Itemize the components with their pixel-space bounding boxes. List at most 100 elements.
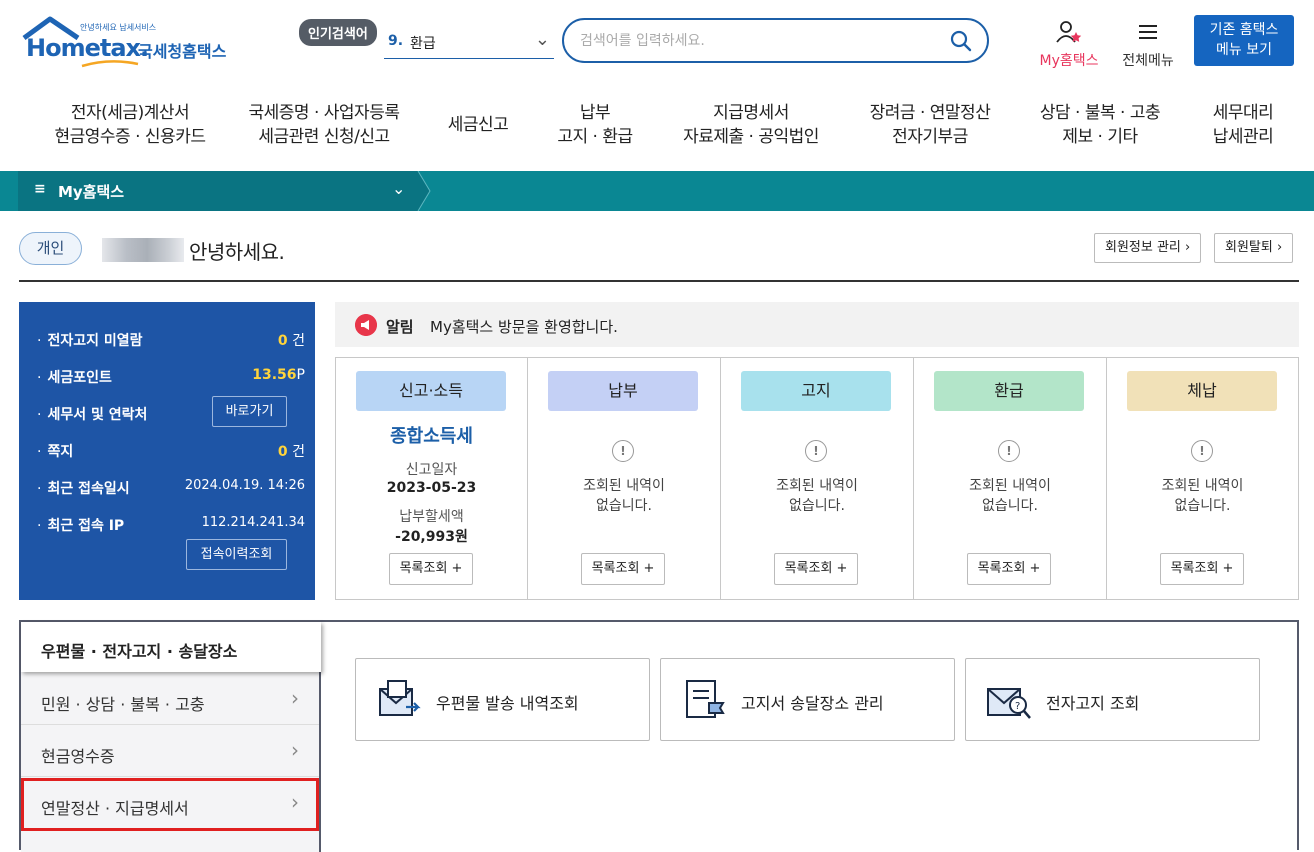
gnb-item-payment-statement[interactable]: 지급명세서 자료제출 · 공익법인 [665, 101, 837, 149]
empty-message: 조회된 내역이 없습니다. [969, 478, 1051, 514]
gnb-item-einvoice[interactable]: 전자(세금)계산서 현금영수증 · 신용카드 [40, 101, 220, 149]
logo-brand: Hometax. [26, 34, 149, 62]
card-title: 납부 [548, 371, 698, 411]
unread-unit: 건 [292, 333, 305, 349]
info-icon: ! [612, 440, 634, 462]
mail-search-icon: ? [987, 688, 1031, 719]
member-info-button[interactable]: 회원정보 관리 › [1094, 233, 1202, 263]
popular-search-tag: 인기검색어 [299, 19, 377, 46]
gnb-item-tax-filing[interactable]: 세금신고 [428, 113, 528, 137]
hometax-logo[interactable]: 안녕하세요 납세서비스 Hometax. 국세청홈택스 [20, 16, 240, 70]
card-title: 환급 [934, 371, 1084, 411]
gnb-item-certificate[interactable]: 국세증명 · 사업자등록 세금관련 신청/신고 [234, 101, 414, 149]
mail-send-icon [379, 680, 421, 716]
tax-office-shortcut-button[interactable]: 바로가기 [212, 396, 287, 427]
empty-message: 조회된 내역이 없습니다. [583, 478, 665, 514]
card-title: 고지 [741, 371, 891, 411]
last-login-value: 2024.04.19. 14:26 [184, 478, 305, 493]
user-info-panel: 전자고지 미열람 0 건 세금포인트 13.56P 세무서 및 연락처 바로가기… [19, 302, 315, 600]
withdraw-button[interactable]: 회원탈퇴 › [1214, 233, 1294, 263]
hamburger-icon [1139, 25, 1157, 39]
all-menu-label: 전체메뉴 [1122, 53, 1174, 69]
gnb-line2: 제보 · 기타 [1062, 127, 1138, 147]
notice-bar: 알림 My홈택스 방문을 환영합니다. [335, 302, 1299, 347]
gnb-line1: 지급명세서 [713, 103, 789, 123]
popular-search-select[interactable]: 9. 환급 ⌄ [384, 25, 554, 59]
left-menu-label: 현금영수증 [41, 747, 115, 766]
greeting-text: 안녕하세요. [189, 240, 285, 264]
chevron-down-icon[interactable]: ⌄ [392, 179, 405, 198]
logo-tagline: 안녕하세요 납세서비스 [80, 23, 157, 32]
unread-value: 0 [277, 333, 288, 349]
last-ip-row: 최근 접속 IP 112.214.241.34 [37, 511, 305, 535]
list-view-button[interactable]: 목록조회 + [1160, 553, 1244, 585]
gnb-line1: 장려금 · 연말정산 [869, 103, 991, 123]
gnb-item-payment[interactable]: 납부 고지 · 환급 [535, 101, 655, 149]
quick-label: 고지서 송달장소 관리 [741, 694, 884, 713]
myhometax-label: My홈택스 [1039, 53, 1099, 69]
unread-notice-row[interactable]: 전자고지 미열람 0 건 [37, 326, 305, 350]
popular-rank: 9. [388, 33, 404, 49]
gnb-line2: 고지 · 환급 [557, 127, 633, 147]
tax-amount: -20,993원 [395, 529, 468, 545]
delivery-place-button[interactable]: 고지서 송달장소 관리 [660, 658, 955, 741]
gnb-line2: 전자기부금 [892, 127, 968, 147]
gnb-item-tax-agent[interactable]: 세무대리 납세관리 [1195, 101, 1291, 149]
gnb-item-consult[interactable]: 상담 · 불복 · 고충 제보 · 기타 [1030, 101, 1170, 149]
points-unit: P [296, 367, 305, 383]
left-menu-item-year-end[interactable]: 연말정산 · 지급명세서 › [21, 778, 319, 831]
location-bar: ≡ My홈택스 ⌄ [0, 171, 1314, 211]
all-menu-button[interactable]: 전체메뉴 [1117, 20, 1179, 70]
e-notice-button[interactable]: ? 전자고지 조회 [965, 658, 1260, 741]
list-view-button[interactable]: 목록조회 + [967, 553, 1051, 585]
left-menu-item-cash-receipt[interactable]: 현금영수증 › [21, 726, 319, 777]
myhometax-button[interactable]: My홈택스 [1033, 20, 1105, 70]
card-refund: 환급 ! 조회된 내역이 없습니다. 목록조회 + [914, 358, 1107, 599]
mail-history-button[interactable]: 우편물 발송 내역조회 [355, 658, 650, 741]
left-menu-label: 연말정산 · 지급명세서 [41, 799, 189, 818]
card-title: 신고·소득 [356, 371, 506, 411]
left-menu-label: 민원 · 상담 · 불복 · 고충 [41, 695, 205, 714]
search-input[interactable] [580, 30, 940, 52]
last-login-row: 최근 접속일시 2024.04.19. 14:26 [37, 474, 305, 498]
logo-swoosh-icon [81, 60, 139, 68]
filing-date: 2023-05-23 [386, 480, 477, 496]
tax-points-row[interactable]: 세금포인트 13.56P [37, 363, 305, 387]
tax-name[interactable]: 종합소득세 [336, 422, 527, 448]
mail-notice-section: 우편물 · 전자고지 · 송달장소 민원 · 상담 · 불복 · 고충 › 현금… [19, 620, 1299, 852]
gnb-line1: 세금신고 [447, 115, 509, 135]
card-notice: 고지 ! 조회된 내역이 없습니다. 목록조회 + [721, 358, 914, 599]
blurred-username [102, 238, 184, 262]
note-value: 0 [277, 444, 288, 460]
left-menu-item-consult[interactable]: 민원 · 상담 · 불복 · 고충 › [21, 674, 319, 725]
message-row[interactable]: 쪽지 0 건 [37, 437, 305, 461]
gnb-line1: 상담 · 불복 · 고충 [1039, 103, 1161, 123]
chevron-right-icon: › [291, 738, 299, 762]
old-hometax-button[interactable]: 기존 홈택스 메뉴 보기 [1194, 15, 1294, 66]
old-hometax-line2: 메뉴 보기 [1216, 42, 1272, 58]
gnb-item-incentive[interactable]: 장려금 · 연말정산 전자기부금 [855, 101, 1005, 149]
chevron-right-icon: › [291, 686, 299, 710]
logo-korean: 국세청홈택스 [138, 42, 227, 61]
list-view-button[interactable]: 목록조회 + [581, 553, 665, 585]
info-icon: ! [998, 440, 1020, 462]
location-title: My홈택스 [58, 183, 125, 201]
office-label: 세무서 및 연락처 [37, 404, 147, 424]
gnb-line2: 자료제출 · 공익법인 [683, 127, 819, 147]
search-icon[interactable] [949, 29, 973, 53]
list-view-button[interactable]: 목록조회 + [774, 553, 858, 585]
gnb-line1: 국세증명 · 사업자등록 [248, 103, 400, 123]
notice-label: 알림 [386, 318, 414, 336]
menu-icon: ≡ [34, 181, 46, 197]
quick-label: 전자고지 조회 [1046, 694, 1140, 713]
global-nav: 전자(세금)계산서 현금영수증 · 신용카드 국세증명 · 사업자등록 세금관련… [0, 85, 1314, 171]
chevron-down-icon: ⌄ [534, 29, 550, 50]
access-history-button[interactable]: 접속이력조회 [186, 539, 287, 570]
unread-label: 전자고지 미열람 [37, 330, 142, 350]
header: 안녕하세요 납세서비스 Hometax. 국세청홈택스 인기검색어 9. 환급 … [0, 0, 1314, 85]
info-icon: ! [805, 440, 827, 462]
document-flag-icon [686, 680, 725, 718]
gnb-line1: 세무대리 [1212, 103, 1274, 123]
list-view-button[interactable]: 목록조회 + [389, 553, 473, 585]
last-login-label: 최근 접속일시 [37, 478, 129, 498]
